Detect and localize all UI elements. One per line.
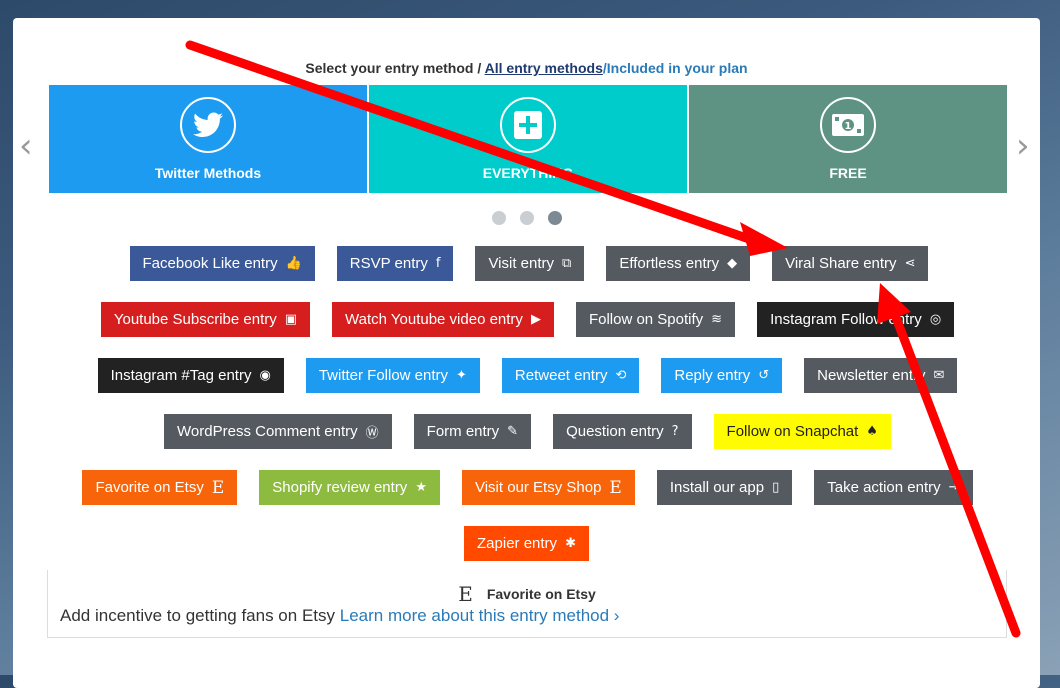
entry-method-panel: Select your entry method / All entry met… <box>13 18 1040 688</box>
newsletter-entry-button[interactable]: Newsletter entry ✉ <box>804 358 958 393</box>
mobile-phone-icon: ▯ <box>772 480 780 495</box>
learn-more-link[interactable]: Learn more about this entry method › <box>340 606 620 625</box>
reply-entry-button[interactable]: Reply entry ↺ <box>661 358 783 393</box>
zapier-asterisk-icon: ✱ <box>565 536 576 551</box>
entry-row-1: Facebook Like entry 👍 RSVP entry f Visit e… <box>13 246 1040 281</box>
slide-everything[interactable]: EVERYTHING <box>367 85 687 193</box>
twitter-bird-icon <box>180 97 236 153</box>
youtube-icon: ▣ <box>284 312 298 327</box>
youtube-subscribe-entry-button[interactable]: Youtube Subscribe entry ▣ <box>100 302 311 337</box>
play-icon: ▶ <box>530 312 541 327</box>
take-action-entry-button[interactable]: Take action entry ⇥ <box>814 470 973 505</box>
question-entry-button[interactable]: Question entry? <box>553 414 692 449</box>
question-icon: ? <box>671 424 679 439</box>
visit-entry-button[interactable]: Visit entry ⧉ <box>475 246 585 281</box>
included-in-plan-link[interactable]: /Included in your plan <box>603 60 748 76</box>
install-our-app-button[interactable]: Install our app ▯ <box>656 470 793 505</box>
entry-row-2: Youtube Subscribe entry ▣ Watch Youtube v… <box>13 302 1040 337</box>
spotify-icon: ≋ <box>711 312 723 327</box>
entry-method-header: Select your entry method / All entry met… <box>13 60 1040 76</box>
visit-etsy-shop-button[interactable]: Visit our Etsy Shop E <box>461 470 635 505</box>
follow-on-snapchat-button[interactable]: Follow on Snapchat ♠ <box>713 414 891 449</box>
instagram-follow-entry-button[interactable]: Instagram Follow entry ◎ <box>757 302 955 337</box>
external-link-icon: ⧉ <box>562 256 572 271</box>
all-entry-methods-link[interactable]: All entry methods <box>485 60 603 76</box>
follow-on-spotify-button[interactable]: Follow on Spotify ≋ <box>575 302 736 337</box>
retweet-icon: ⟲ <box>615 368 627 383</box>
slide-twitter-methods[interactable]: Twitter Methods <box>49 85 367 193</box>
etsy-icon: E <box>458 582 473 606</box>
carousel-dot-1[interactable] <box>491 211 506 225</box>
sign-in-icon: ⇥ <box>948 480 960 495</box>
slide-free[interactable]: 1 FREE <box>687 85 1007 193</box>
entry-method-info-box: E Favorite on Etsy Add incentive to getti… <box>47 570 1007 638</box>
rsvp-entry-button[interactable]: RSVP entry f <box>336 246 454 281</box>
favorite-on-etsy-button[interactable]: Favorite on Etsy E <box>82 470 238 505</box>
instagram-tag-entry-button[interactable]: Instagram #Tag entry ◉ <box>97 358 284 393</box>
entry-row-4: WordPress Comment entry Ⓦ Form entry ✎ Que… <box>13 414 1040 449</box>
carousel-dots <box>13 211 1040 225</box>
twitter-follow-entry-button[interactable]: Twitter Follow entry ✦ <box>305 358 480 393</box>
dollar-bill-icon: 1 <box>820 97 876 153</box>
carousel-prev-arrow[interactable]: ‹ <box>19 126 33 166</box>
thumbs-up-icon: 👍 <box>285 256 302 271</box>
category-carousel: Twitter Methods EVERYTHING 1 FREE <box>49 85 1007 193</box>
viral-share-entry-button[interactable]: Viral Share entry ⋖ <box>772 246 929 281</box>
snapchat-ghost-icon: ♠ <box>866 424 878 439</box>
info-description-text: Add incentive to getting fans on Etsy <box>60 606 336 625</box>
entry-row-5: Favorite on Etsy E Shopify review entry ★ … <box>13 470 1040 505</box>
slide-label: FREE <box>829 165 867 181</box>
star-icon: ★ <box>415 480 427 495</box>
instagram-icon: ◎ <box>929 312 942 327</box>
info-title: E Favorite on Etsy <box>48 582 1006 606</box>
etsy-icon: E <box>211 477 225 498</box>
header-prefix: Select your entry method / <box>305 60 482 76</box>
info-title-text: Favorite on Etsy <box>486 586 596 602</box>
wordpress-comment-entry-button[interactable]: WordPress Comment entry Ⓦ <box>164 414 392 449</box>
facebook-f-icon: f <box>435 256 441 271</box>
ticket-icon: ◆ <box>727 256 738 271</box>
form-icon: ✎ <box>507 424 519 439</box>
reply-icon: ↺ <box>758 368 770 383</box>
form-entry-button[interactable]: Form entry ✎ <box>413 414 532 449</box>
envelope-icon: ✉ <box>933 368 945 383</box>
entry-row-3: Instagram #Tag entry ◉ Twitter Follow ent… <box>13 358 1040 393</box>
carousel-next-arrow[interactable]: › <box>1016 126 1030 166</box>
slide-label: Twitter Methods <box>154 165 262 181</box>
info-description: Add incentive to getting fans on Etsy Le… <box>60 606 619 626</box>
wordpress-icon: Ⓦ <box>365 426 379 441</box>
camera-icon: ◉ <box>259 368 271 383</box>
slide-label: EVERYTHING <box>482 165 574 181</box>
watch-youtube-video-entry-button[interactable]: Watch Youtube video entry ▶ <box>332 302 554 337</box>
zapier-entry-button[interactable]: Zapier entry ✱ <box>464 526 589 561</box>
carousel-dot-3-active[interactable] <box>547 211 562 225</box>
effortless-entry-button[interactable]: Effortless entry ◆ <box>606 246 751 281</box>
twitter-icon: ✦ <box>456 368 467 383</box>
entry-row-6: Zapier entry ✱ <box>13 526 1040 561</box>
share-icon: ⋖ <box>904 256 916 271</box>
facebook-like-entry-button[interactable]: Facebook Like entry 👍 <box>129 246 315 281</box>
retweet-entry-button[interactable]: Retweet entry ⟲ <box>501 358 640 393</box>
carousel-dot-2[interactable] <box>519 211 534 225</box>
shopify-review-entry-button[interactable]: Shopify review entry ★ <box>259 470 440 505</box>
etsy-icon: E <box>609 477 622 498</box>
svg-text:1: 1 <box>845 121 852 132</box>
plus-icon <box>500 97 556 153</box>
